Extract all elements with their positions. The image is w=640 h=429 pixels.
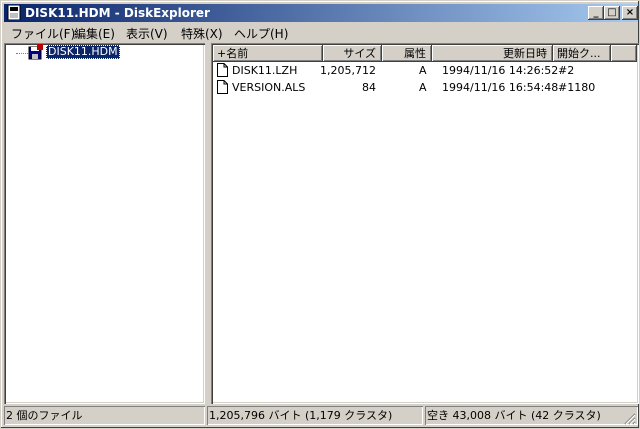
file-cluster: #1180	[558, 81, 596, 94]
file-attr: A	[419, 81, 427, 94]
column-start-cluster[interactable]: 開始ク...	[553, 45, 611, 62]
file-name: DISK11.LZH	[232, 64, 298, 77]
file-row[interactable]: VERSION.ALS 84 A 1994/11/16 16:54:48 #11…	[213, 79, 633, 96]
maximize-button[interactable]: □	[604, 6, 620, 20]
file-attr: A	[419, 64, 427, 77]
column-name[interactable]: +名前	[213, 45, 323, 62]
status-file-count: 2 個のファイル	[4, 406, 205, 425]
file-size: 84	[362, 81, 376, 94]
file-size: 1,205,712	[320, 64, 376, 77]
resize-grip-icon[interactable]	[624, 413, 636, 425]
document-icon	[217, 80, 228, 94]
status-total-bytes: 1,205,796 バイト (1,179 クラスタ)	[207, 406, 423, 425]
window-title: DISK11.HDM - DiskExplorer	[25, 6, 210, 20]
column-size[interactable]: サイズ	[323, 45, 382, 62]
file-date: 1994/11/16 16:54:48	[442, 81, 559, 94]
menu-bar: ファイル(F) 編集(E) 表示(V) 特殊(X) ヘルプ(H)	[4, 23, 638, 42]
menu-edit[interactable]: 編集(E)	[74, 25, 115, 42]
column-modified[interactable]: 更新日時	[432, 45, 553, 62]
column-attributes[interactable]: 属性	[382, 45, 432, 62]
file-list-pane[interactable]	[211, 43, 639, 404]
file-name: VERSION.ALS	[232, 81, 306, 94]
menu-help[interactable]: ヘルプ(H)	[234, 25, 288, 42]
title-bar[interactable]: DISK11.HDM - DiskExplorer _ □ ×	[4, 4, 638, 22]
menu-file[interactable]: ファイル(F)	[11, 25, 75, 42]
menu-view[interactable]: 表示(V)	[126, 25, 168, 42]
folder-tree-pane[interactable]	[4, 43, 205, 404]
minimize-button[interactable]: _	[588, 6, 604, 20]
app-window: DISK11.HDM - DiskExplorer _ □ × ファイル(F) …	[0, 0, 640, 429]
close-button[interactable]: ×	[622, 6, 638, 20]
document-icon	[217, 63, 228, 77]
tree-connector	[16, 53, 28, 54]
file-cluster: #2	[558, 64, 575, 77]
file-date: 1994/11/16 14:26:52	[442, 64, 559, 77]
tree-root-item[interactable]: DISK11.HDM	[46, 45, 120, 59]
disk-image-icon[interactable]	[28, 44, 44, 60]
column-spacer	[611, 45, 637, 62]
app-icon	[7, 5, 21, 20]
status-free-space: 空き 43,008 バイト (42 クラスタ)	[425, 406, 638, 425]
menu-special[interactable]: 特殊(X)	[181, 25, 223, 42]
status-bar: 2 個のファイル 1,205,796 バイト (1,179 クラスタ) 空き 4…	[4, 406, 638, 427]
file-row[interactable]: DISK11.LZH 1,205,712 A 1994/11/16 14:26:…	[213, 62, 633, 79]
